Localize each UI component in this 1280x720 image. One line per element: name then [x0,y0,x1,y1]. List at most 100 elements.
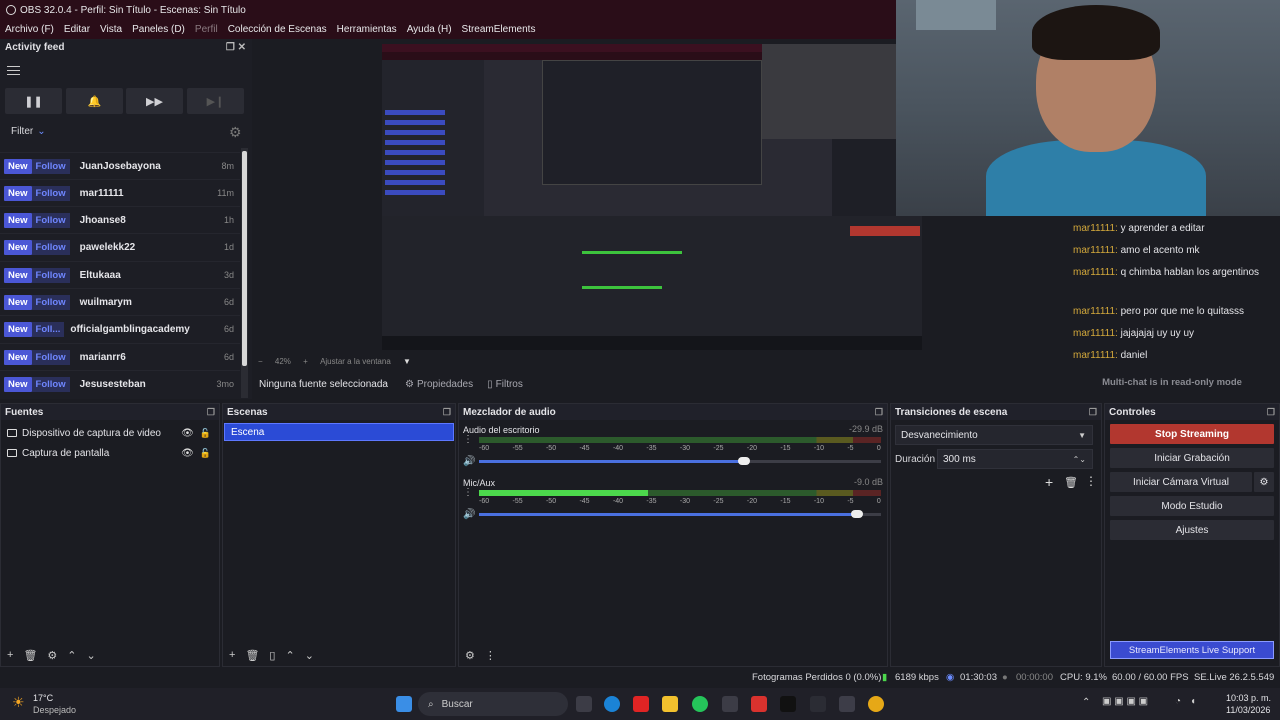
drag-handle-icon[interactable]: ⋮ [463,434,473,445]
hamburger-menu-icon[interactable] [7,66,20,75]
dock-float-icon[interactable]: ❐ [207,407,215,418]
trash-icon[interactable]: 🗑 [1064,476,1078,489]
skip-end-button[interactable]: ▶❙ [187,88,244,114]
gear-icon[interactable]: ⚙ [47,649,57,662]
stop-streaming-button[interactable]: Stop Streaming [1110,424,1274,444]
menu-archivo[interactable]: Archivo (F) [0,24,59,35]
properties-button[interactable]: ⚙ Propiedades [405,379,473,390]
feed-item[interactable]: New Follow mar11111 11m [0,179,240,206]
menu-vista[interactable]: Vista [95,24,127,35]
windows-start-icon[interactable] [396,696,412,712]
chevron-up-icon[interactable]: ⌃ [285,649,294,662]
filters-label: Filtros [495,379,523,390]
eye-icon[interactable]: 👁 [181,428,194,439]
feed-item[interactable]: New Follow Eltukaaa 3d [0,261,240,288]
chat-text: q chimba hablan los argentinos [1120,267,1260,278]
feed-item[interactable]: New Follow wuilmarym 6d [0,288,240,315]
store-icon[interactable] [722,696,738,712]
add-icon[interactable]: + [229,649,235,661]
menu-perfil[interactable]: Perfil [190,24,223,35]
add-icon[interactable]: + [1045,474,1053,490]
menu-ayuda[interactable]: Ayuda (H) [402,24,457,35]
dock-float-icon[interactable]: ❐ [1267,407,1275,418]
task-view-icon[interactable] [576,696,592,712]
trash-icon[interactable]: 🗑 [245,649,259,662]
bell-button[interactable]: 🔔 [66,88,123,114]
advanced-audio-icon[interactable]: ⚙ [465,649,475,662]
transition-select[interactable]: Desvanecimiento ▼ [895,425,1093,445]
dock-float-icon[interactable]: ❐ [875,407,883,418]
feed-item[interactable]: New Foll... officialgamblingacademy 6d [0,315,240,342]
obs-taskbar-icon[interactable] [839,696,855,712]
chevron-down-icon[interactable]: ⌄ [87,649,96,662]
stream-preview-canvas[interactable] [382,44,922,350]
more-options-icon[interactable]: ⋮ [1085,474,1097,488]
filter-dropdown[interactable]: Filter ⌄ [11,126,46,137]
duration-input[interactable]: 300 ms ⌃⌄ [937,449,1093,469]
speaker-icon[interactable]: 🔊 [463,509,475,520]
volume-knob[interactable] [738,457,751,465]
menu-coleccion-escenas[interactable]: Colección de Escenas [223,24,332,35]
feed-item[interactable]: New Follow Jhoanse8 1h [0,206,240,233]
whatsapp-icon[interactable] [692,696,708,712]
zoom-out-icon[interactable]: − [258,357,263,366]
source-item[interactable]: Dispositivo de captura de video 👁 🔓 [1,423,219,443]
tray-apps-icon[interactable]: ▣ ▣ ▣ ▣ [1102,696,1148,707]
more-options-icon[interactable]: ⋮ [485,649,496,662]
wifi-icon[interactable]: ◔ [1175,696,1181,707]
dock-float-icon[interactable]: ❐ [1089,407,1097,418]
settings-button[interactable]: Ajustes [1110,520,1274,540]
feed-item[interactable]: New Follow marianrr6 6d [0,343,240,370]
volume-icon[interactable]: ◖ [1190,696,1196,707]
volume-slider[interactable] [479,457,881,465]
volume-knob[interactable] [850,510,863,518]
se-live-support-button[interactable]: StreamElements Live Support [1110,641,1274,659]
chevron-down-icon[interactable]: ▼ [403,357,411,366]
dock-float-icon[interactable]: ❐ ✕ [226,42,246,53]
scene-item-selected[interactable]: Escena [224,423,454,441]
feed-item[interactable]: New Follow Jesusesteban 3mo [0,370,240,397]
channel-db: -9.0 dB [853,477,883,487]
gear-icon[interactable]: ⚙ [229,124,242,141]
chevron-down-icon[interactable]: ⌄ [305,649,314,662]
virtual-cam-settings-gear-icon[interactable]: ⚙ [1254,472,1274,492]
feed-item[interactable]: New Follow JuanJosebayona 8m [0,152,240,179]
edge-icon[interactable] [604,696,620,712]
lock-icon[interactable]: 🔓 [200,448,211,459]
studio-mode-button[interactable]: Modo Estudio [1110,496,1274,516]
app-f-icon[interactable] [810,696,826,712]
app-w-icon[interactable] [751,696,767,712]
chevron-up-icon[interactable]: ⌃ [67,649,76,662]
volume-slider[interactable] [479,510,881,518]
eye-icon[interactable]: 👁 [181,448,194,459]
zoom-bar[interactable]: − 42% + Ajustar a la ventana ▼ [258,357,411,366]
start-recording-button[interactable]: Iniciar Grabación [1110,448,1274,468]
menu-editar[interactable]: Editar [59,24,95,35]
tray-chevron-up-icon[interactable]: ⌃ [1082,697,1090,708]
dock-float-icon[interactable]: ❐ [443,407,451,418]
feed-item[interactable]: New Follow pawelekk22 1d [0,233,240,260]
start-virtual-cam-button[interactable]: Iniciar Cámara Virtual [1110,472,1252,492]
speaker-icon[interactable]: 🔊 [463,456,475,467]
drag-handle-icon[interactable]: ⋮ [463,487,473,498]
filters-button[interactable]: ▯ Filtros [487,379,523,390]
taskbar-search[interactable]: ⌕ Buscar [418,692,568,716]
app-coin-icon[interactable] [868,696,884,712]
feed-scrollbar[interactable] [241,148,248,398]
file-explorer-icon[interactable] [662,696,678,712]
zoom-in-icon[interactable]: + [303,357,308,366]
trash-icon[interactable]: 🗑 [23,649,37,662]
menu-paneles[interactable]: Paneles (D) [127,24,190,35]
menu-streamelements[interactable]: StreamElements [457,24,541,35]
youtube-icon[interactable] [633,696,649,712]
menu-herramientas[interactable]: Herramientas [332,24,402,35]
pause-button[interactable]: ❚❚ [5,88,62,114]
add-icon[interactable]: + [7,649,13,661]
lock-icon[interactable]: 🔓 [200,428,211,439]
skip-button[interactable]: ▶▶ [126,88,183,114]
fit-window-label[interactable]: Ajustar a la ventana [320,357,391,366]
source-item[interactable]: Captura de pantalla 👁 🔓 [1,443,219,463]
tiktok-icon[interactable] [780,696,796,712]
filter-icon[interactable]: ▯ [269,649,275,662]
stepper-icon[interactable]: ⌃⌄ [1073,455,1086,464]
